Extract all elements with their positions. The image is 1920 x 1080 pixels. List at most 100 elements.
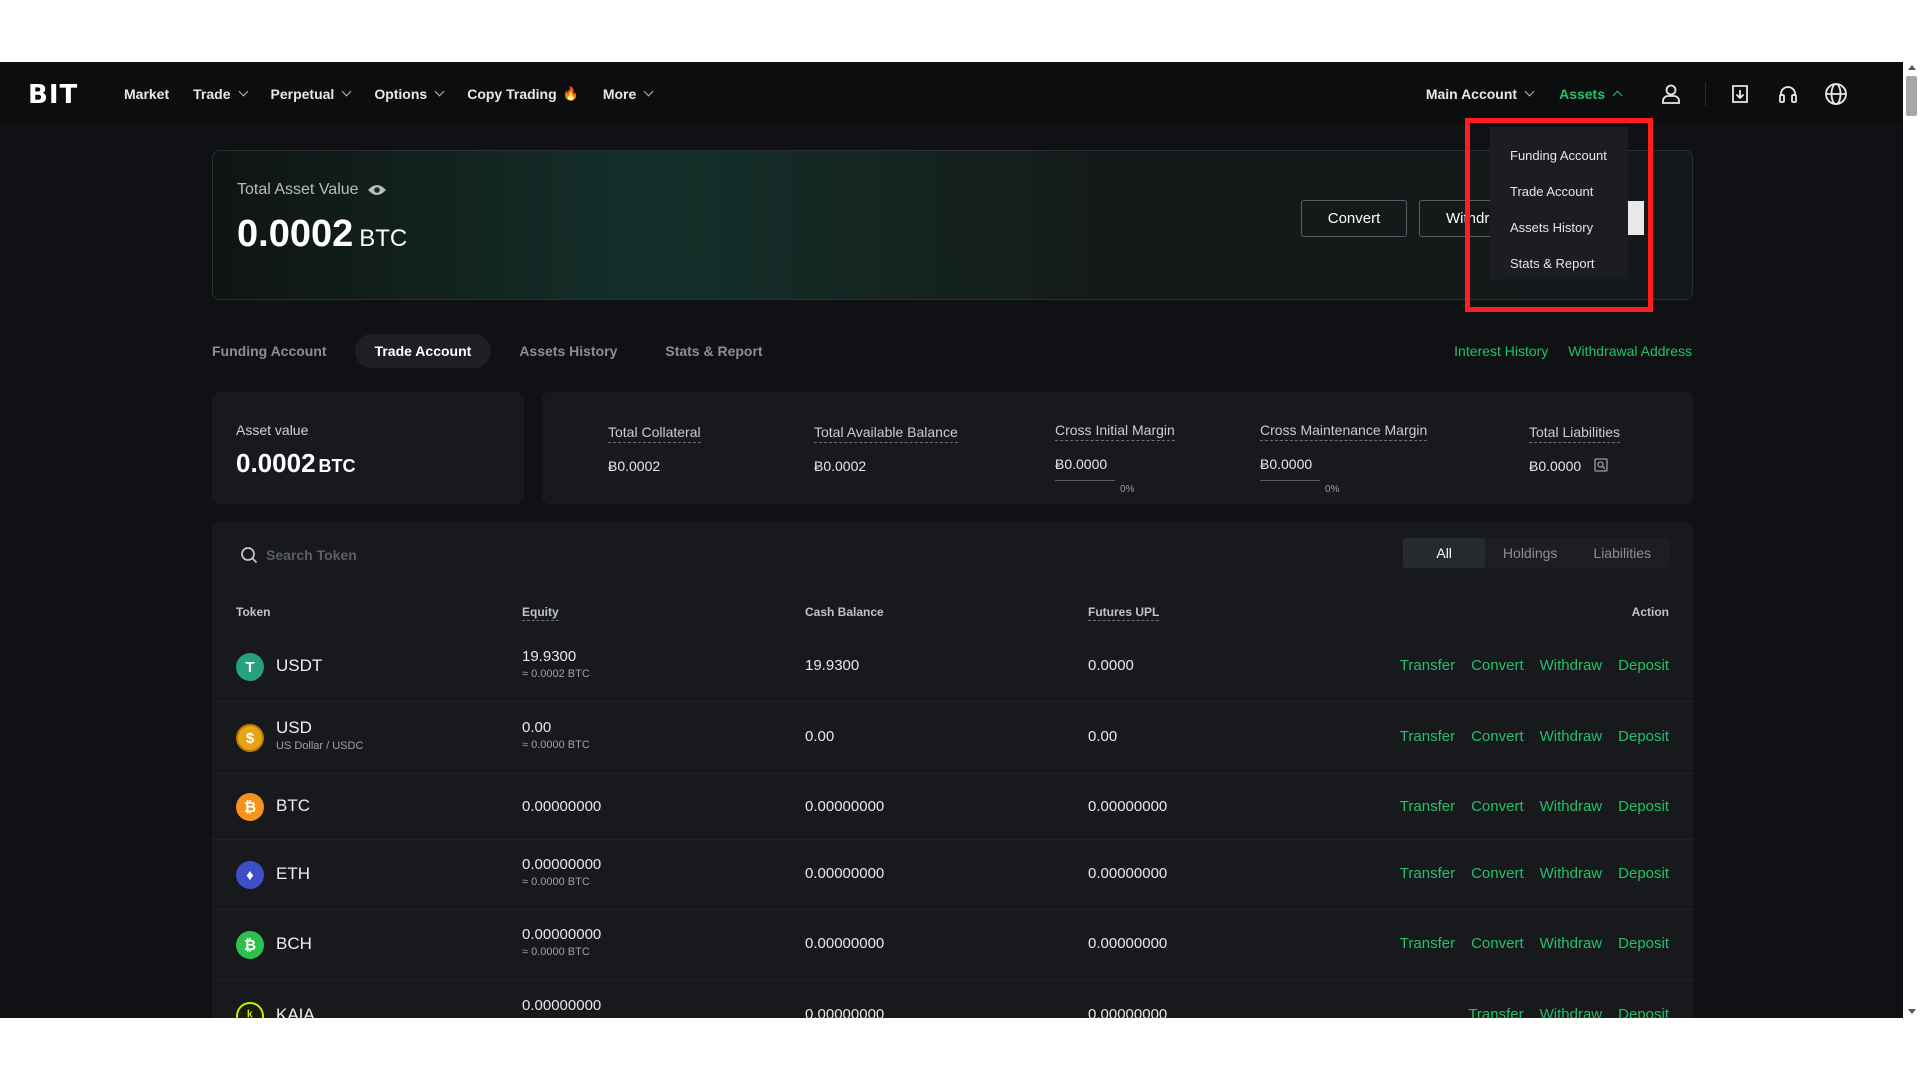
filter-holdings[interactable]: Holdings [1485,538,1575,568]
eth-icon: ♦ [236,861,264,889]
withdraw-link[interactable]: Withdraw [1540,865,1603,882]
nav-copy-trading-label: Copy Trading [467,85,557,102]
search-input[interactable]: Search Token [266,547,357,563]
convert-link[interactable]: Convert [1471,935,1524,952]
dropdown-stats-report[interactable]: Stats & Report [1490,245,1628,281]
withdraw-link[interactable]: Withdraw [1540,728,1603,745]
equity-value: 0.00000000 [522,997,602,1014]
deposit-link[interactable]: Deposit [1618,657,1669,674]
dropdown-assets-history[interactable]: Assets History [1490,209,1628,245]
logo[interactable]: BIT [28,80,77,110]
chevron-up-icon [1612,90,1623,101]
equity-value: 0.00 [522,719,552,736]
header-action: Action [1631,605,1669,619]
search-box[interactable]: Search Token [240,546,357,564]
download-icon[interactable] [1716,62,1764,125]
row-actions: Transfer Withdraw Deposit [1468,1006,1669,1018]
futures-upl: 0.00000000 [1088,935,1168,952]
account-tabs: Funding Account Trade Account Assets His… [212,334,783,368]
nav-more[interactable]: More [603,86,654,102]
dropdown-trade-account[interactable]: Trade Account [1490,173,1628,209]
nav-trade[interactable]: Trade [193,86,248,102]
nav-market[interactable]: Market [124,86,169,102]
withdraw-link[interactable]: Withdraw [1540,1006,1603,1018]
eye-icon[interactable] [367,183,387,197]
scroll-down-icon[interactable] [1908,1009,1916,1014]
usdt-icon: T [236,653,264,681]
convert-link[interactable]: Convert [1471,865,1524,882]
tab-trade-account[interactable]: Trade Account [354,334,492,368]
row-actions: Transfer Convert Withdraw Deposit [1400,865,1669,882]
withdraw-link[interactable]: Withdraw [1540,798,1603,815]
assets-menu[interactable]: Assets [1559,86,1623,102]
equity-value: 0.00000000 [522,926,602,943]
dropdown-scrollbar[interactable] [1628,201,1644,235]
cash-balance: 0.00000000 [805,865,885,882]
total-liabilities-label[interactable]: Total Liabilities [1529,424,1621,443]
transfer-link[interactable]: Transfer [1468,1006,1523,1018]
transfer-link[interactable]: Transfer [1400,657,1455,674]
deposit-link[interactable]: Deposit [1618,935,1669,952]
cross-maintenance-label[interactable]: Cross Maintenance Margin [1260,422,1428,441]
table-row: ₿ BTC 0.00000000 0.00000000 0.00000000 T… [212,774,1693,840]
header-futures-upl[interactable]: Futures UPL [1088,605,1160,621]
total-available-label[interactable]: Total Available Balance [814,424,958,443]
deposit-link[interactable]: Deposit [1618,798,1669,815]
nav-menu: Market Trade Perpetual Options Copy Trad… [124,62,654,125]
convert-link[interactable]: Convert [1471,728,1524,745]
fire-icon: 🔥 [562,85,579,101]
page-scrollbar[interactable] [1903,62,1920,1018]
user-icon[interactable] [1647,62,1695,125]
scroll-thumb[interactable] [1906,76,1917,116]
tab-stats-report[interactable]: Stats & Report [645,334,782,368]
tab-assets-history[interactable]: Assets History [499,334,637,368]
total-collateral-label[interactable]: Total Collateral [608,424,701,443]
table-row: $ USD US Dollar / USDC 0.00 ≈ 0.0000 BTC… [212,702,1693,774]
cross-initial-label[interactable]: Cross Initial Margin [1055,422,1175,441]
withdraw-link[interactable]: Withdraw [1540,935,1603,952]
cross-maintenance-value: Ƀ0.0000 [1260,456,1313,472]
deposit-link[interactable]: Deposit [1618,728,1669,745]
table-row: ᵏ KAIA 0.00000000 0.00000000 0.00000000 … [212,980,1693,1018]
scroll-up-icon[interactable] [1908,65,1916,70]
withdraw-link[interactable]: Withdraw [1540,657,1603,674]
asset-value-card: Asset value 0.0002 BTC [212,392,524,504]
transfer-link[interactable]: Transfer [1400,935,1455,952]
convert-button[interactable]: Convert [1301,200,1407,237]
tab-funding-account[interactable]: Funding Account [212,334,347,368]
cash-balance: 0.00000000 [805,935,885,952]
nav-perpetual[interactable]: Perpetual [271,86,352,102]
nav-options[interactable]: Options [374,86,445,102]
total-asset-label-row: Total Asset Value [237,181,387,199]
nav-copy-trading[interactable]: Copy Trading 🔥 [467,86,579,102]
transfer-link[interactable]: Transfer [1400,728,1455,745]
cash-balance: 0.00000000 [805,798,885,815]
liabilities-detail-icon[interactable] [1594,458,1608,472]
main-account-menu[interactable]: Main Account [1426,86,1535,102]
total-asset-unit: BTC [359,225,408,252]
header-equity[interactable]: Equity [522,605,559,621]
dropdown-funding-account[interactable]: Funding Account [1490,137,1628,173]
total-asset-number: 0.0002 [237,213,354,255]
interest-history-link[interactable]: Interest History [1454,343,1548,359]
transfer-link[interactable]: Transfer [1400,865,1455,882]
filter-all[interactable]: All [1403,538,1485,568]
cross-initial-pct: 0% [1120,484,1135,495]
deposit-link[interactable]: Deposit [1618,1006,1669,1018]
headset-icon[interactable] [1764,62,1812,125]
transfer-link[interactable]: Transfer [1400,798,1455,815]
filter-liabilities[interactable]: Liabilities [1575,538,1669,568]
convert-link[interactable]: Convert [1471,657,1524,674]
token-name: ETH [276,864,310,883]
withdrawal-address-link[interactable]: Withdrawal Address [1568,343,1692,359]
asset-value-unit: BTC [318,456,356,476]
cash-balance: 19.9300 [805,657,860,674]
futures-upl: 0.00000000 [1088,865,1168,882]
table-row: ₿ BCH 0.00000000 ≈ 0.0000 BTC 0.00000000… [212,910,1693,980]
globe-icon[interactable] [1812,62,1860,125]
convert-link[interactable]: Convert [1471,798,1524,815]
total-liabilities-value: Ƀ0.0000 [1529,458,1582,474]
app-viewport: BIT Market Trade Perpetual Options Copy … [0,62,1920,1018]
deposit-link[interactable]: Deposit [1618,865,1669,882]
withdraw-button[interactable]: Withdr [1419,200,1499,237]
